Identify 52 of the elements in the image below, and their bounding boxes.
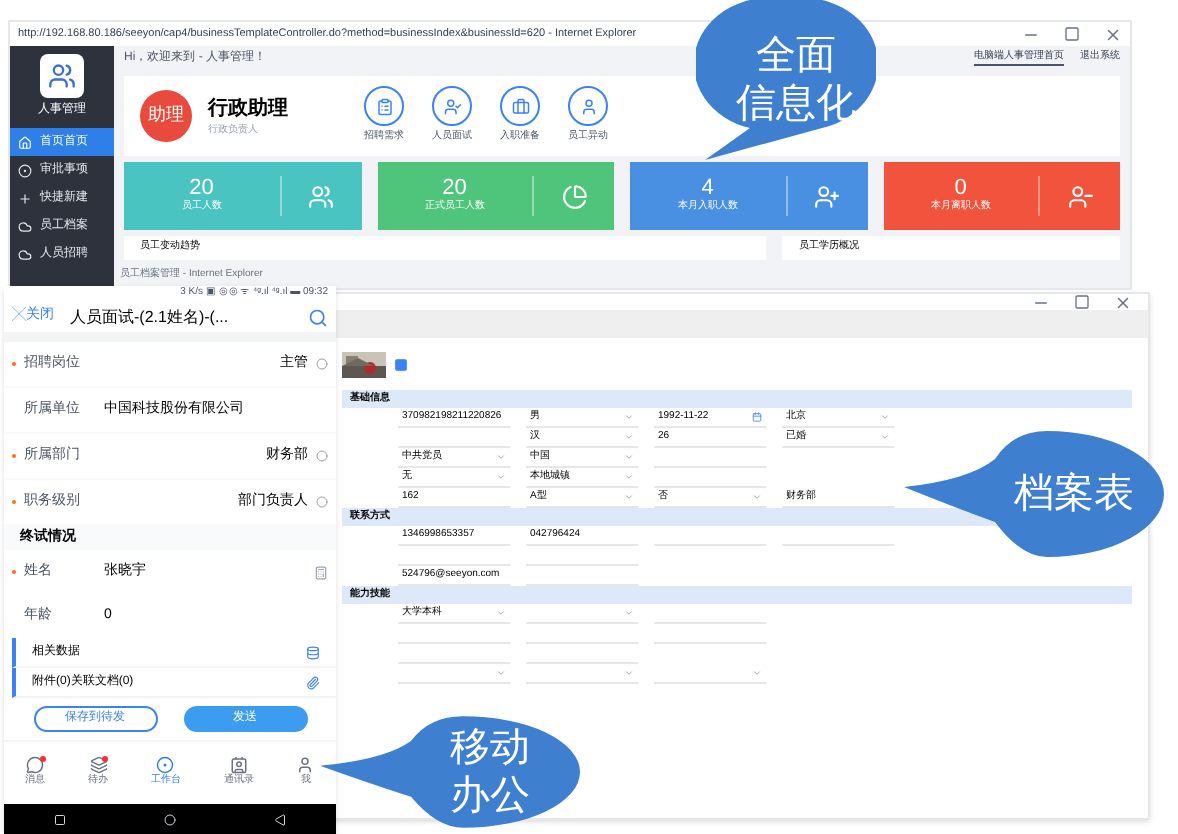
calendar-icon[interactable] xyxy=(752,412,762,422)
chevron-down-icon xyxy=(496,608,506,618)
stat-icon xyxy=(814,183,840,209)
tab-icon xyxy=(296,756,315,775)
dropdown-icon[interactable] xyxy=(316,496,328,508)
role-badge: 助理 xyxy=(140,90,192,142)
home-icon[interactable] xyxy=(163,813,176,825)
stat-value: 20 xyxy=(442,176,467,201)
recent-apps-icon[interactable] xyxy=(53,813,66,825)
stat-value: 20 xyxy=(189,176,214,201)
callout-text: 移动 xyxy=(450,724,530,772)
stat-icon xyxy=(308,183,334,209)
shortcut-icon xyxy=(579,97,597,116)
dropdown-icon[interactable] xyxy=(316,450,328,462)
stat-icon xyxy=(1067,183,1093,209)
chevron-down-icon xyxy=(624,608,634,618)
paperclip-icon xyxy=(306,675,320,689)
shortcut-icon xyxy=(375,97,393,116)
logo-icon xyxy=(40,54,84,98)
shortcut-icon xyxy=(443,97,461,116)
stat-value: 4 xyxy=(701,176,714,201)
chevron-down-icon xyxy=(496,668,506,678)
menu-icon xyxy=(18,135,32,149)
form-field[interactable] xyxy=(526,665,638,683)
tab-icon xyxy=(26,756,45,775)
tab-icon xyxy=(89,756,108,775)
close-icon[interactable] xyxy=(1104,25,1122,43)
callout-text: 全面 xyxy=(756,32,836,80)
form-field[interactable] xyxy=(526,605,638,623)
search-icon[interactable] xyxy=(308,307,328,327)
back-icon[interactable] xyxy=(274,813,287,825)
calculator-icon[interactable] xyxy=(314,565,328,579)
menu-icon xyxy=(18,163,32,177)
callout-text: 办公 xyxy=(450,772,530,820)
maximize-icon[interactable] xyxy=(1074,294,1090,310)
maximize-icon[interactable] xyxy=(1064,26,1080,42)
stat-icon xyxy=(561,183,587,209)
tab-icon xyxy=(229,756,248,775)
shortcut-icon xyxy=(511,97,529,116)
form-field[interactable] xyxy=(654,665,766,683)
dropdown-icon[interactable] xyxy=(316,358,328,370)
chevron-down-icon xyxy=(752,492,762,502)
chevron-down-icon xyxy=(624,668,634,678)
close-icon[interactable] xyxy=(1114,293,1132,311)
role-title: 行政助理 xyxy=(208,95,290,123)
database-icon xyxy=(306,645,320,659)
chevron-down-icon xyxy=(752,668,762,678)
form-field[interactable] xyxy=(398,665,510,683)
page-title: 人员面试-(2.1姓名)-(... xyxy=(70,305,231,329)
tab-icon xyxy=(156,756,175,775)
menu-icon xyxy=(18,191,32,205)
stat-value: 0 xyxy=(954,176,967,201)
